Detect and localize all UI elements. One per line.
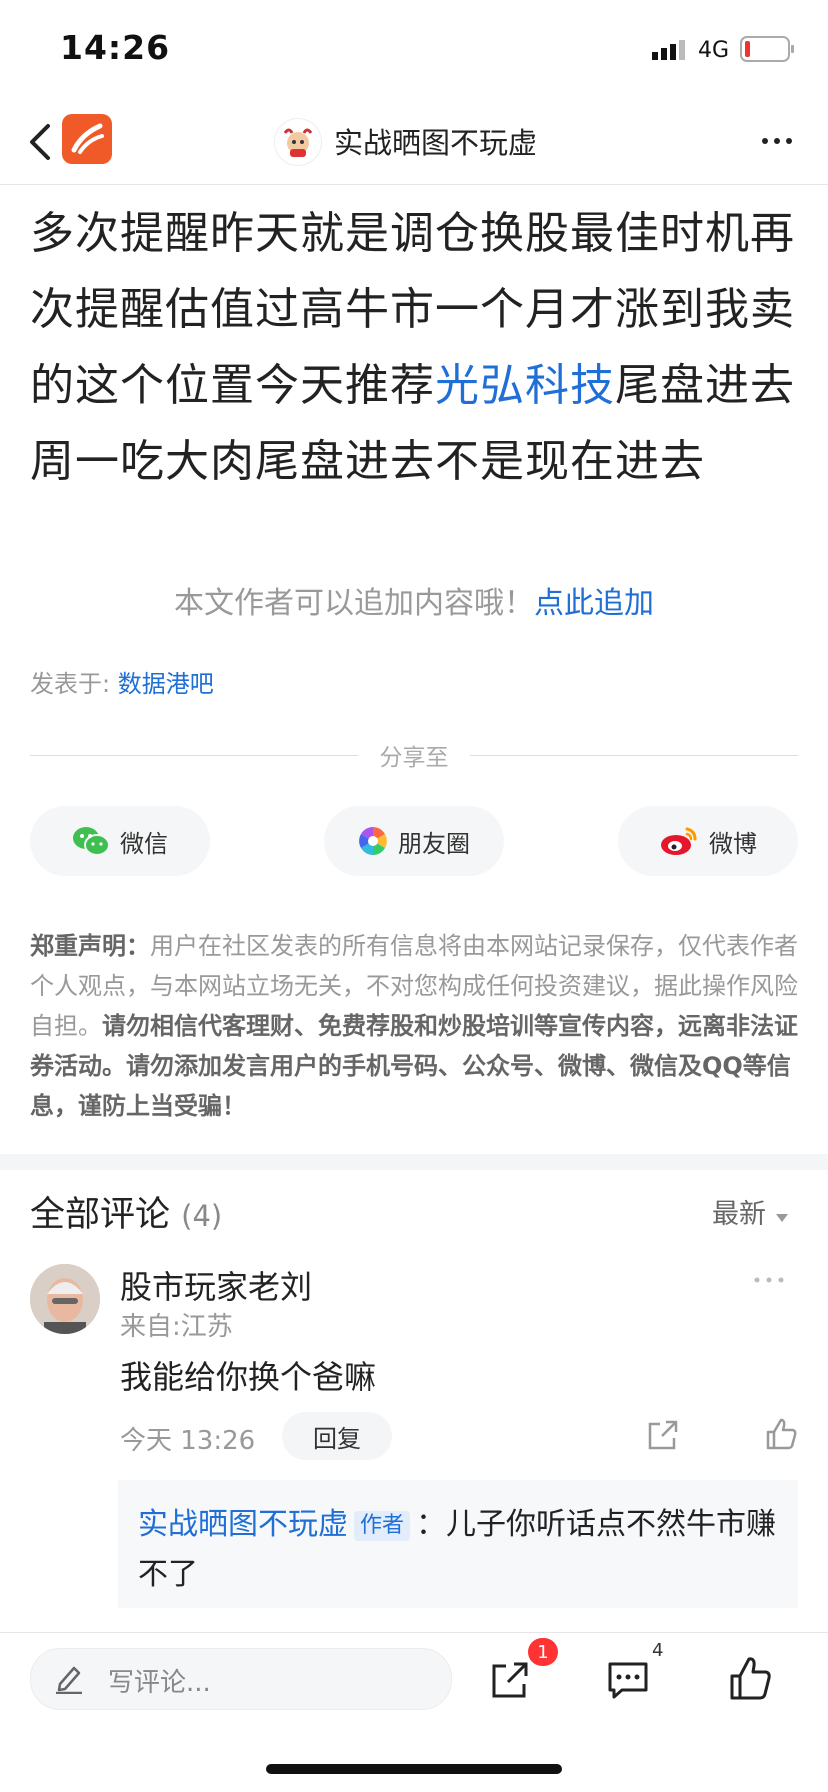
share-badge: 1 <box>528 1638 558 1666</box>
forum-link[interactable]: 数据港吧 <box>118 670 214 698</box>
app-logo-icon <box>71 123 104 154</box>
like-icon[interactable] <box>728 1654 772 1702</box>
comment-input-placeholder: 写评论... <box>108 1668 211 1698</box>
posted-in-label: 发表于: <box>30 670 111 698</box>
reply-button[interactable]: 回复 <box>282 1412 392 1460</box>
comment-input[interactable] <box>30 1648 452 1710</box>
comment-text: 我能给你换个爸嘛 <box>120 1358 377 1396</box>
share-icon[interactable] <box>488 1658 532 1702</box>
comment-share-icon[interactable] <box>646 1418 680 1452</box>
reply-separator: ： <box>416 1507 447 1542</box>
posted-in: 发表于: 数据港吧 <box>30 664 214 699</box>
post-content: 多次提醒昨天就是调仓换股最佳时机再次提醒估值过高牛市一个月才涨到我卖的这个位置今… <box>30 196 800 500</box>
share-moments-button[interactable]: 朋友圈 <box>324 806 504 876</box>
commenter-avatar[interactable] <box>30 1264 100 1334</box>
comment-like-icon[interactable] <box>764 1416 798 1452</box>
network-type: 4G <box>698 38 730 63</box>
stock-link[interactable]: 光弘科技 <box>435 360 615 411</box>
sort-dropdown[interactable]: 最新 <box>712 1192 789 1231</box>
back-arrow-icon[interactable] <box>26 120 56 164</box>
author-tag: 作者 <box>354 1510 411 1541</box>
commenter-location: 来自:江苏 <box>120 1312 233 1342</box>
share-moments-label: 朋友圈 <box>398 829 470 858</box>
comments-title: 全部评论 <box>30 1195 171 1235</box>
share-weibo-label: 微博 <box>709 829 757 858</box>
disclaimer: 郑重声明：用户在社区发表的所有信息将由本网站记录保存，仅代表作者个人观点，与本网… <box>30 926 800 1126</box>
moments-icon <box>359 827 387 855</box>
append-hint: 本文作者可以追加内容哦！点此追加 <box>0 578 828 622</box>
comment-icon[interactable] <box>606 1660 650 1700</box>
caret-down-icon <box>775 1214 788 1222</box>
comments-count: (4) <box>181 1199 223 1233</box>
comment-time: 今天 13:26 <box>120 1426 256 1456</box>
section-gap <box>0 1154 828 1170</box>
reply-content: 实战晒图不玩虚 作者 ：儿子你听话点不然牛市赚不了 <box>138 1500 778 1600</box>
battery-icon <box>740 36 794 62</box>
reply-author[interactable]: 实战晒图不玩虚 <box>138 1507 348 1542</box>
comment-count: 4 <box>652 1640 664 1661</box>
signal-icon <box>652 40 685 60</box>
share-weibo-button[interactable]: 微博 <box>618 806 798 876</box>
author-avatar-small[interactable] <box>274 118 322 166</box>
append-link[interactable]: 点此追加 <box>534 586 654 621</box>
disclaimer-bold: 请勿相信代客理财、免费荐股和炒股培训等宣传内容，远离非法证券活动。请勿添加发言用… <box>30 1012 798 1120</box>
weibo-icon <box>661 827 697 855</box>
ox-mascot-icon <box>283 128 313 157</box>
comments-header: 全部评论 (4) <box>30 1186 222 1237</box>
share-divider-right <box>470 755 798 756</box>
disclaimer-title: 郑重声明： <box>30 932 150 960</box>
append-hint-text: 本文作者可以追加内容哦！ <box>174 586 534 621</box>
bottom-bar-divider <box>0 1632 828 1633</box>
avatar-photo <box>30 1264 100 1334</box>
header-divider <box>0 184 828 185</box>
page-title: 实战晒图不玩虚 <box>334 126 538 160</box>
commenter-name[interactable]: 股市玩家老刘 <box>120 1262 312 1308</box>
status-time: 14:26 <box>60 28 171 67</box>
more-options-icon[interactable] <box>760 126 794 156</box>
pencil-icon <box>56 1666 82 1694</box>
app-logo[interactable] <box>62 114 112 164</box>
share-wechat-label: 微信 <box>120 829 168 858</box>
wechat-icon <box>73 827 110 856</box>
comment-more-icon[interactable] <box>752 1270 786 1290</box>
sort-label: 最新 <box>712 1199 766 1230</box>
home-indicator <box>266 1764 562 1774</box>
share-wechat-button[interactable]: 微信 <box>30 806 210 876</box>
